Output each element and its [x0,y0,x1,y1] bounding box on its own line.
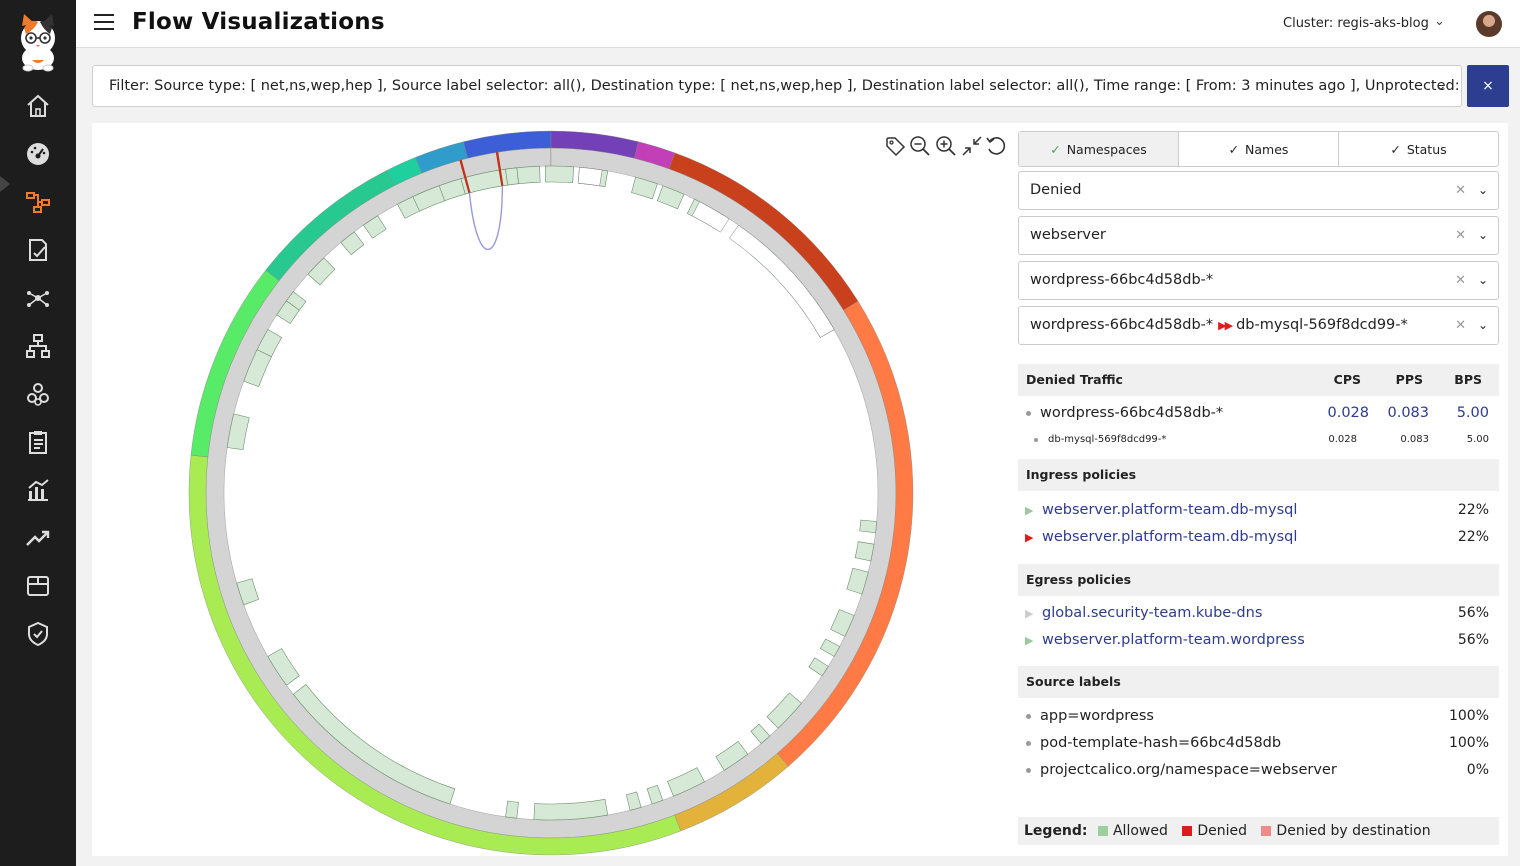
endpoint-segment[interactable] [859,519,878,534]
reset-icon[interactable] [985,135,1007,157]
nav-managed-clusters[interactable] [0,372,76,416]
clear-icon[interactable]: ✕ [1455,262,1466,299]
app-root: { "header": { "title": "Flow Visualizati… [0,0,1520,866]
filter-summary[interactable]: Filter: Source type: [ net,ns,wep,hep ],… [92,65,1462,107]
label-item-cutoff [1018,784,1499,792]
page-title: Flow Visualizations [132,9,385,35]
ingress-item[interactable]: ▶ webserver.platform-team.db-mysql 22% [1018,497,1499,524]
status-select[interactable]: Denied ✕ ⌄ [1018,171,1499,210]
details-panel: ✓ Namespaces ✓ Names ✓ Status Denied ✕ ⌄ we… [1018,131,1499,792]
ingress-item[interactable]: ▶ webserver.platform-team.db-mysql 22% [1018,524,1499,551]
triangle-icon: ▶ [1025,607,1034,620]
shield-icon [28,621,48,647]
chevron-down-icon[interactable]: ⌄ [1478,217,1488,254]
namespace-select[interactable]: webserver ✕ ⌄ [1018,216,1499,255]
clear-icon[interactable]: ✕ [1455,307,1466,344]
nav-flow-visualizations[interactable] [0,180,76,224]
nav-logs[interactable] [0,468,76,512]
traffic-sub-row[interactable]: db-mysql-569f8dcd99-* 0.028 0.083 5.00 [1018,427,1499,453]
endpoint-segment[interactable] [505,167,519,186]
nav-kibana[interactable] [0,564,76,608]
source-labels-header: Source labels [1018,666,1499,698]
flow-visualizations-icon [26,192,50,213]
endpoint-segment[interactable] [854,541,875,562]
tab-names[interactable]: ✓ Names [1179,132,1339,166]
flow-arrow-icon: ▶▶ [1218,319,1233,332]
clear-filter-button[interactable]: × [1467,65,1509,107]
endpoint-segment[interactable] [544,165,575,184]
endpoints-icon [26,334,50,358]
egress-item[interactable]: ▶ webserver.platform-team.wordpress 56% [1018,627,1499,654]
endpoint-segment[interactable] [516,165,541,185]
nav-policies[interactable] [0,228,76,272]
endpoint-segment-empty[interactable] [577,166,603,187]
menu-icon[interactable] [94,14,114,32]
logs-icon [28,479,49,501]
chord-diagram[interactable] [92,123,1012,856]
calico-cat-logo [21,14,55,72]
policies-icon [29,239,47,261]
chevron-down-icon[interactable]: ⌄ [1435,78,1447,94]
collapse-icon[interactable] [961,135,983,157]
nav-service-graph[interactable] [0,276,76,320]
avatar[interactable] [1476,11,1502,37]
nav-security[interactable] [0,612,76,656]
tab-namespaces[interactable]: ✓ Namespaces [1019,132,1179,166]
nav-dashboard[interactable] [0,132,76,176]
endpoint-segment[interactable] [505,800,519,819]
denied-swatch [1182,826,1193,836]
egress-item[interactable]: ▶ global.security-team.kube-dns 56% [1018,600,1499,627]
allowed-triangle-icon: ▶ [1025,634,1034,647]
service-graph-icon [27,291,49,307]
check-icon: ✓ [1228,141,1240,157]
nav-endpoints[interactable] [0,324,76,368]
dashboard-icon [27,143,49,165]
nav-compliance[interactable] [0,420,76,464]
activity-icon [26,530,50,546]
chevron-down-icon[interactable]: ⌄ [1478,307,1488,344]
managed-clusters-icon [27,383,49,406]
endpoint-segment[interactable] [625,791,642,811]
endpoint-segment[interactable] [646,784,664,805]
tab-status[interactable]: ✓ Status [1339,132,1498,166]
compliance-icon [29,431,47,454]
header: Flow Visualizations Cluster: regis-aks-b… [76,0,1520,48]
label-item[interactable]: projectcalico.org/namespace=webserver 0% [1018,757,1499,784]
label-item[interactable]: pod-template-hash=66bc4d58db 100% [1018,730,1499,757]
legend: Legend: Allowed Denied Denied by destina… [1018,817,1499,845]
sidebar [0,0,76,866]
traffic-row[interactable]: wordpress-66bc4d58db-* 0.028 0.083 5.00 [1018,400,1499,427]
endpoint-segment[interactable] [533,798,609,821]
check-icon: ✓ [1050,141,1061,157]
zoom-in-icon[interactable] [935,135,957,157]
cluster-selector[interactable]: Cluster: regis-aks-blog [1283,16,1429,31]
home-icon [27,94,49,117]
name-select[interactable]: wordpress-66bc4d58db-* ✕ ⌄ [1018,261,1499,300]
traffic-header: Denied Traffic CPS PPS BPS [1018,364,1499,396]
flow-select[interactable]: wordpress-66bc4d58db-* ▶▶ db-mysql-569f8dc… [1018,306,1499,345]
chevron-down-icon[interactable]: ⌄ [1434,14,1445,29]
denied-triangle-icon: ▶ [1025,531,1034,544]
chevron-down-icon[interactable]: ⌄ [1478,172,1488,209]
check-icon: ✓ [1390,141,1401,157]
nav-activity[interactable] [0,516,76,560]
pod-ring[interactable] [205,147,897,839]
flow-chord[interactable] [468,185,504,251]
kibana-icon [27,576,49,596]
zoom-out-icon[interactable] [909,135,931,157]
chevron-down-icon[interactable]: ⌄ [1478,262,1488,299]
clear-icon[interactable]: ✕ [1455,172,1466,209]
allowed-triangle-icon: ▶ [1025,504,1034,517]
view-tabs: ✓ Namespaces ✓ Names ✓ Status [1018,131,1499,167]
clear-icon[interactable]: ✕ [1455,217,1466,254]
denied-dest-swatch [1261,826,1272,836]
ingress-header: Ingress policies [1018,459,1499,491]
egress-header: Egress policies [1018,564,1499,596]
label-item[interactable]: app=wordpress 100% [1018,703,1499,730]
tag-icon[interactable] [884,135,906,157]
nav-home[interactable] [0,84,76,128]
allowed-swatch [1097,826,1108,836]
